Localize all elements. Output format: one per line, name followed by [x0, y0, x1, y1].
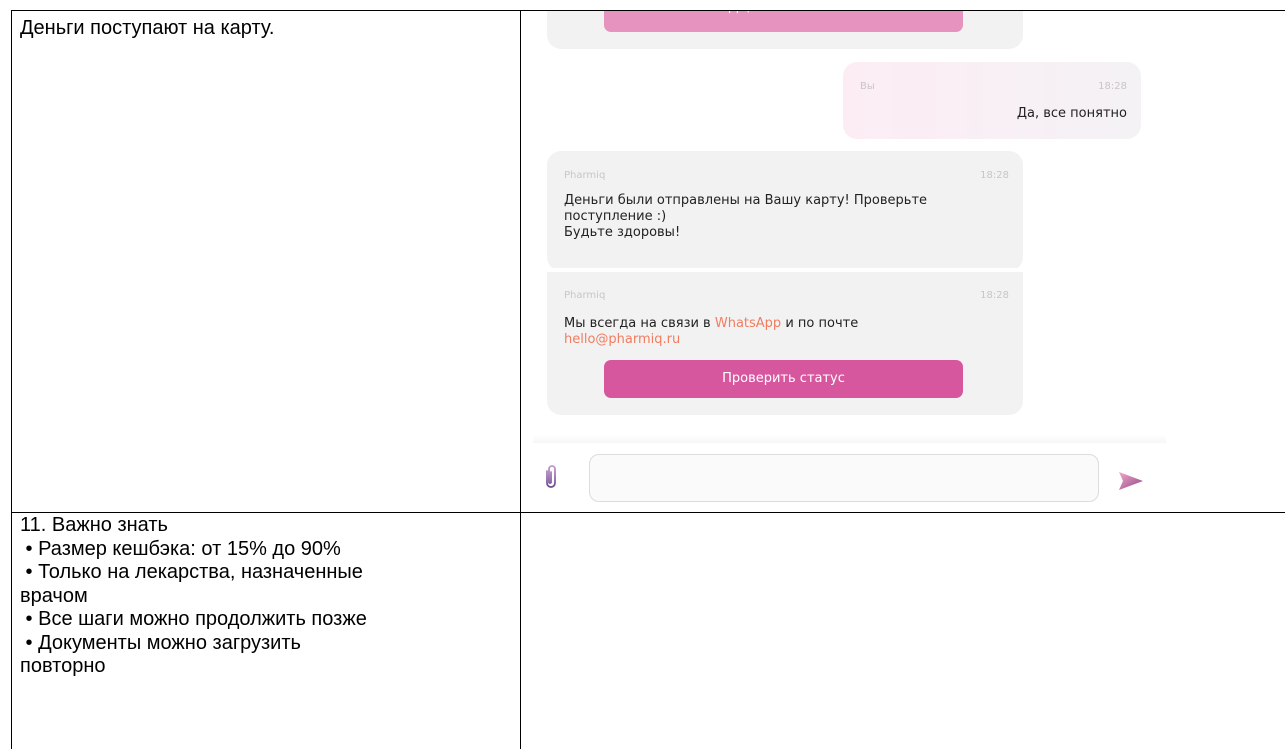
message-separator: [547, 268, 1023, 271]
message-input[interactable]: [589, 454, 1099, 502]
list-item: • Все шаги можно продолжить позже: [20, 608, 367, 630]
send-icon[interactable]: [1117, 470, 1145, 492]
message-text: и по почте: [781, 316, 859, 331]
message-time: 18:28: [980, 290, 1009, 301]
message-time: 18:28: [980, 170, 1009, 181]
confirm-understood-button[interactable]: Да, все понятно: [604, 11, 963, 32]
table-left-border: [11, 10, 12, 749]
check-status-button[interactable]: Проверить статус: [604, 360, 963, 398]
message-line: поступление :): [564, 209, 667, 224]
list-item: • Документы можно загрузить: [20, 631, 301, 654]
chat-screenshot: Да, все понятно Вы 18:28 Да, все понятно…: [533, 11, 1166, 512]
message-line: Мы всегда на связи в WhatsApp и по почте: [564, 316, 858, 332]
message-line: Деньги были отправлены на Вашу карту! Пр…: [564, 193, 928, 208]
user-message: Вы 18:28 Да, все понятно: [843, 62, 1141, 139]
email-link[interactable]: hello@pharmiq.ru: [564, 332, 680, 348]
message-text: Мы всегда на связи в: [564, 316, 715, 331]
section-heading: 11. Важно знать: [20, 514, 168, 536]
list-item-continuation: повторно: [20, 655, 106, 677]
table-column-divider: [520, 10, 521, 749]
message-text: Да, все понятно: [1016, 106, 1127, 121]
paperclip-icon[interactable]: [541, 461, 561, 493]
list-item-continuation: врачом: [20, 584, 88, 607]
whatsapp-link[interactable]: WhatsApp: [715, 316, 781, 331]
row2-left-cell: 11. Важно знать • Размер кешбэка: от 15%…: [20, 514, 367, 679]
list-item: • Размер кешбэка: от 15% до 90%: [20, 537, 341, 560]
row1-left-text: Деньги поступают на карту.: [20, 17, 275, 39]
message-line: Будьте здоровы!: [564, 225, 681, 240]
table-row-divider: [11, 512, 1285, 513]
message-sender: Pharmiq: [564, 290, 606, 301]
message-sender: Вы: [860, 81, 875, 92]
message-time: 18:28: [1098, 81, 1127, 92]
list-item: • Только на лекарства, назначенные: [20, 561, 363, 583]
message-sender: Pharmiq: [564, 170, 606, 181]
bot-message: Pharmiq 18:28 Деньги были отправлены на …: [547, 151, 1023, 271]
